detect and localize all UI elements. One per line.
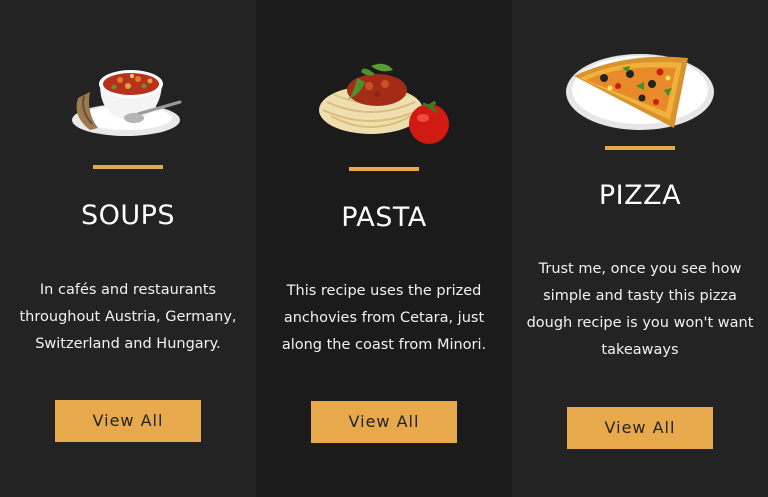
card-soups: SOUPS In cafés and restaurants throughou…: [0, 0, 256, 497]
pizza-slice-icon: [566, 54, 714, 130]
accent-divider: [349, 167, 419, 171]
card-description: Trust me, once you see how simple and ta…: [526, 261, 754, 358]
accent-divider: [605, 146, 675, 150]
card-description: In cafés and restaurants throughout Aust…: [19, 282, 237, 352]
view-all-soups-button[interactable]: View All: [55, 400, 201, 442]
card-title: SOUPS: [80, 200, 176, 231]
card-pizza: PIZZA Trust me, once you see how simple …: [512, 0, 768, 497]
card-description: This recipe uses the prized anchovies fr…: [281, 283, 487, 353]
card-title: PASTA: [341, 202, 427, 233]
recipe-categories: SOUPS In cafés and restaurants throughou…: [0, 0, 768, 497]
pasta-plate-icon: [319, 63, 449, 144]
soup-bowl-icon: [72, 70, 182, 136]
card-pasta: PASTA This recipe uses the prized anchov…: [256, 0, 512, 497]
accent-divider: [93, 165, 163, 169]
view-all-pizza-button[interactable]: View All: [567, 407, 713, 449]
view-all-pasta-button[interactable]: View All: [311, 401, 457, 443]
card-title: PIZZA: [598, 180, 682, 211]
